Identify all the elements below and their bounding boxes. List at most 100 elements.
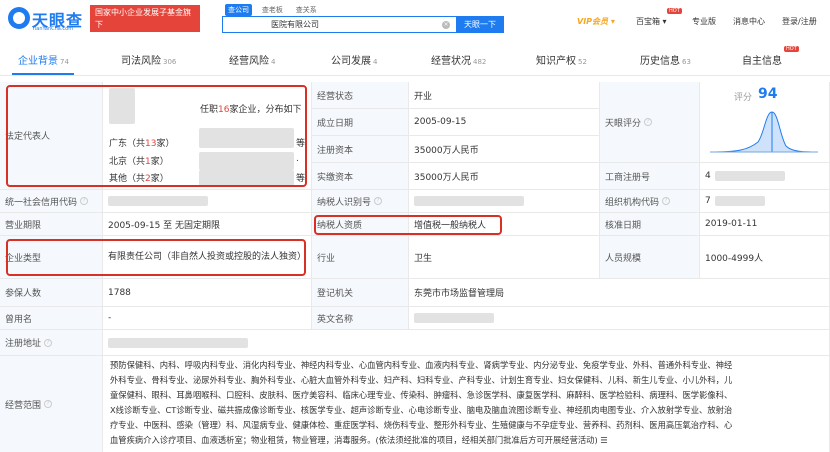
approve-value: 2019-01-11 bbox=[700, 213, 830, 236]
question-icon[interactable]: ? bbox=[374, 197, 383, 205]
address-value bbox=[103, 330, 830, 356]
tab-count: 306 bbox=[163, 58, 177, 66]
score-prefix: 评分 bbox=[734, 93, 753, 103]
search-tab-company[interactable]: 查公司 bbox=[225, 4, 252, 16]
search-tab-relation[interactable]: 查关系 bbox=[293, 4, 320, 16]
scope-text: 预防保健科、内科、呼吸内科专业、消化内科专业、神经内科专业、心血管内科专业、血液… bbox=[110, 358, 810, 448]
tab-count: 63 bbox=[682, 58, 691, 66]
tab-label: 经营状况 bbox=[431, 56, 471, 67]
founded-value: 2005-09-15 bbox=[409, 109, 600, 136]
logo-icon bbox=[8, 7, 30, 29]
highlight-legal-rep bbox=[6, 85, 307, 187]
tab-label: 经营风险 bbox=[229, 56, 269, 67]
business-reg-label: 工商注册号 bbox=[600, 163, 700, 190]
blurred-text bbox=[108, 337, 248, 348]
tab-development[interactable]: 公司发展 4 bbox=[331, 52, 377, 67]
scope-line: 预防保健科、内科、呼吸内科专业、消化内科专业、神经内科专业、心血管内科专业、血液… bbox=[110, 360, 733, 370]
english-name-value bbox=[409, 307, 830, 330]
paid-capital-value: 35000万人民币 bbox=[409, 163, 600, 190]
score-curve-icon bbox=[709, 111, 819, 153]
score-label: 天眼评分? bbox=[600, 82, 700, 163]
logo-sub: TianYanCha.com bbox=[32, 26, 74, 32]
tab-operation-risk[interactable]: 经营风险 4 bbox=[229, 52, 275, 67]
insured-label: 参保人数 bbox=[0, 279, 103, 307]
capital-value: 35000万人民币 bbox=[409, 136, 600, 163]
message-center-link[interactable]: 消息中心 bbox=[733, 16, 765, 27]
tab-judicial-risk[interactable]: 司法风险 306 bbox=[121, 52, 176, 67]
org-code-value: 7 bbox=[700, 190, 830, 213]
section-tabs: 企业背景 74 司法风险 306 经营风险 4 公司发展 4 经营状况 482 知识产权 5… bbox=[0, 40, 830, 76]
tab-self-info[interactable]: 自主信息 bbox=[742, 52, 782, 67]
highlight-taxpayer-qual bbox=[314, 215, 502, 235]
tab-operating-status[interactable]: 经营状况 482 bbox=[431, 52, 486, 67]
baobaoxiang-label: 百宝箱 bbox=[636, 17, 660, 26]
question-icon[interactable]: ? bbox=[44, 338, 53, 347]
insured-value: 1788 bbox=[103, 279, 312, 307]
clear-icon[interactable]: × bbox=[442, 21, 450, 29]
english-name-label: 英文名称 bbox=[312, 307, 409, 330]
tab-label: 司法风险 bbox=[121, 56, 161, 67]
capital-label: 注册资本 bbox=[312, 136, 409, 163]
search-tab-boss[interactable]: 查老板 bbox=[259, 4, 286, 16]
question-icon[interactable]: ? bbox=[80, 197, 89, 205]
industry-label: 行业 bbox=[312, 236, 409, 279]
address-label: 注册地址? bbox=[0, 330, 103, 356]
credit-code-value bbox=[103, 190, 312, 213]
score-number: 94 bbox=[758, 86, 778, 102]
login-link[interactable]: 登录/注册 bbox=[782, 16, 817, 27]
hot-badge: HOT bbox=[667, 8, 682, 14]
score-value[interactable]: 评分 94 bbox=[700, 82, 830, 163]
tab-count: 52 bbox=[578, 58, 587, 66]
chevron-down-icon: ▾ bbox=[662, 17, 667, 26]
search-button[interactable]: 天眼一下 bbox=[456, 16, 504, 33]
question-icon[interactable]: ? bbox=[44, 400, 53, 408]
vip-link[interactable]: VIP会员 ▾ bbox=[577, 16, 615, 27]
paid-capital-label: 实缴资本 bbox=[312, 163, 409, 190]
scope-line: X线诊断专业、CT诊断专业、磁共振成像诊断专业、核医学专业、超声诊断专业、心电诊… bbox=[110, 405, 733, 415]
tab-label: 企业背景 bbox=[18, 56, 58, 67]
staff-label: 人员规模 bbox=[600, 236, 700, 279]
tab-count: 4 bbox=[373, 58, 378, 66]
vip-label: VIP会员 bbox=[577, 17, 609, 26]
baobaoxiang-link[interactable]: 百宝箱 ▾ bbox=[636, 16, 667, 27]
vip-dropdown-icon: ▾ bbox=[610, 17, 615, 26]
authority-label: 登记机关 bbox=[312, 279, 409, 307]
scope-line: 血管疾病介入诊疗项目、血液透析室；物业租赁，物业管理，消毒服务。(依法须经批准的… bbox=[110, 435, 608, 445]
tab-count: 4 bbox=[271, 58, 276, 66]
search-input-value: 医院有限公司 bbox=[271, 20, 319, 29]
staff-value: 1000-4999人 bbox=[700, 236, 830, 279]
tab-ip[interactable]: 知识产权 52 bbox=[536, 52, 587, 67]
business-reg-value: 4 bbox=[700, 163, 830, 190]
collapse-icon[interactable]: ☰ bbox=[600, 435, 607, 445]
tab-label: 知识产权 bbox=[536, 56, 576, 67]
pro-link[interactable]: 专业版 bbox=[692, 16, 716, 27]
tab-label: 公司发展 bbox=[331, 56, 371, 67]
promo-banner[interactable]: 国家中小企业发展子基金旗下 官方备案企业征信机构 bbox=[90, 5, 200, 41]
taxpayer-id-label: 纳税人识别号? bbox=[312, 190, 409, 213]
scope-line: 外科专业、骨科专业、泌尿外科专业、胸外科专业、心脏大血管外科专业、妇产科、妇科专… bbox=[110, 375, 733, 385]
search-input[interactable]: 医院有限公司 × bbox=[222, 16, 456, 33]
search-tabs: 查公司 查老板 查关系 bbox=[225, 4, 324, 16]
tab-count: 482 bbox=[473, 58, 487, 66]
tab-count: 74 bbox=[60, 58, 69, 66]
blurred-number bbox=[108, 196, 208, 206]
tab-background[interactable]: 企业背景 74 bbox=[18, 52, 69, 67]
former-name-value: - bbox=[103, 307, 312, 330]
promo-line-1: 国家中小企业发展子基金旗下 bbox=[95, 8, 191, 29]
scope-line: 疗专业、中医科、感染（管理）科、风湿病专业、健康体检、重症医学科、烧伤科专业、整… bbox=[110, 420, 733, 430]
tab-history[interactable]: 历史信息 63 bbox=[640, 52, 691, 67]
taxpayer-id-value bbox=[409, 190, 600, 213]
status-value: 开业 bbox=[409, 82, 600, 109]
authority-value: 东莞市市场监督管理局 bbox=[409, 279, 830, 307]
question-icon[interactable]: ? bbox=[662, 197, 671, 205]
hot-badge: HOT bbox=[784, 46, 799, 52]
org-code-label: 组织机构代码? bbox=[600, 190, 700, 213]
active-tab-indicator bbox=[12, 73, 74, 75]
credit-code-label: 统一社会信用代码? bbox=[0, 190, 103, 213]
question-icon[interactable]: ? bbox=[644, 118, 653, 126]
term-value: 2005-09-15 至 无固定期限 bbox=[103, 213, 312, 236]
industry-value: 卫生 bbox=[409, 236, 600, 279]
blurred-number bbox=[714, 171, 785, 181]
blurred-text bbox=[414, 313, 494, 323]
logo[interactable]: 天眼查 TianYanCha.com bbox=[8, 6, 86, 34]
